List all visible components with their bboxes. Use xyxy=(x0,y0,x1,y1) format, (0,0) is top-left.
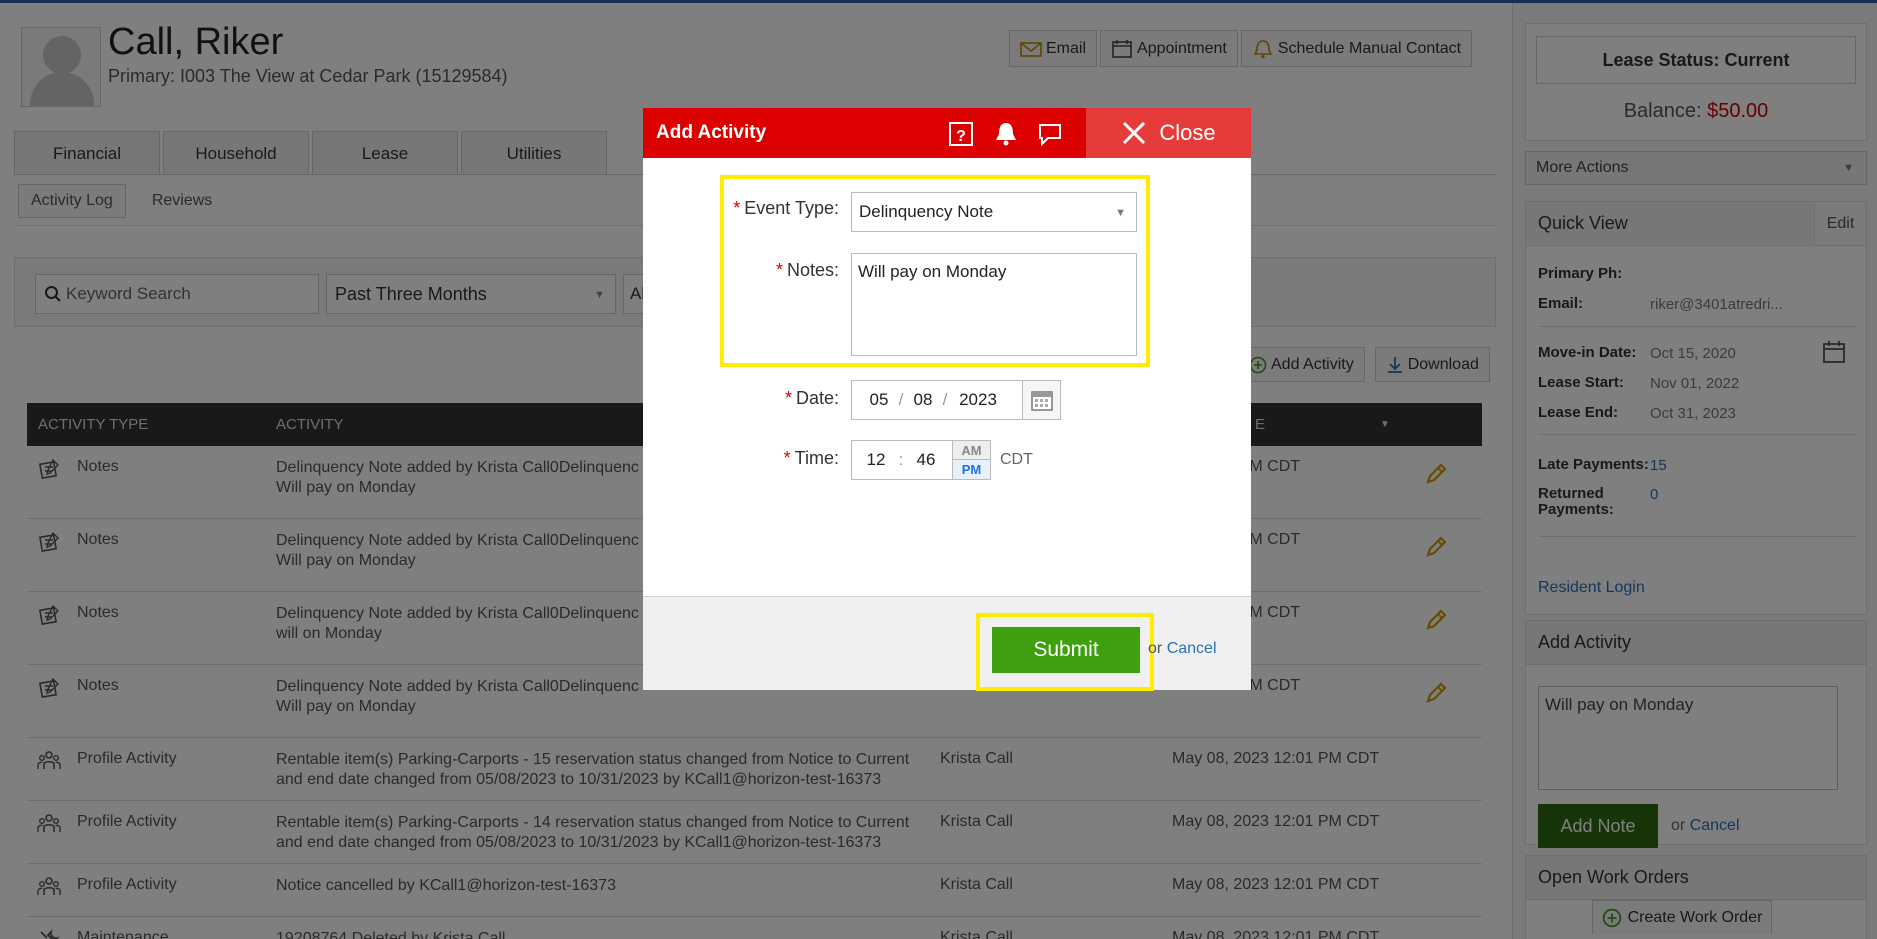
help-icon[interactable]: ? xyxy=(947,120,975,148)
date-picker-button[interactable] xyxy=(1022,381,1060,419)
event-type-label: * Event Type: xyxy=(733,198,839,218)
pm-option[interactable]: PM xyxy=(953,460,990,479)
or-text: or xyxy=(1148,640,1163,657)
add-activity-modal: Add Activity ? Close * Event Type: Delinq… xyxy=(643,108,1251,691)
modal-header: Add Activity ? Close xyxy=(643,108,1251,158)
modal-footer: Submit or Cancel xyxy=(643,596,1251,691)
time-separator: : xyxy=(898,450,904,469)
notes-label: * Notes: xyxy=(775,260,839,280)
time-label: * Time: xyxy=(783,448,839,468)
date-month[interactable]: 05 xyxy=(862,390,896,410)
time-input[interactable]: 12 : 46 AM PM xyxy=(851,440,991,480)
date-separator: / xyxy=(898,390,904,409)
date-label: * Date: xyxy=(784,388,839,408)
submit-button[interactable]: Submit xyxy=(992,627,1140,673)
calendar-icon xyxy=(1030,391,1053,411)
close-label: Close xyxy=(1159,120,1216,145)
time-minute[interactable]: 46 xyxy=(906,450,946,470)
chat-icon[interactable] xyxy=(1036,120,1064,148)
event-type-value: Delinquency Note xyxy=(859,202,994,221)
timezone-label: CDT xyxy=(1000,451,1033,468)
date-year[interactable]: 2023 xyxy=(950,390,1006,410)
date-day[interactable]: 08 xyxy=(906,390,940,410)
am-option[interactable]: AM xyxy=(953,441,990,460)
svg-text:?: ? xyxy=(956,128,966,145)
bell-icon[interactable] xyxy=(992,120,1020,148)
modal-title: Add Activity xyxy=(656,122,767,143)
or-cancel: or Cancel xyxy=(1148,640,1217,658)
chevron-down-icon: ▼ xyxy=(1115,207,1126,219)
notes-textarea[interactable]: Will pay on Monday xyxy=(851,253,1137,356)
time-hour[interactable]: 12 xyxy=(856,450,896,470)
event-type-select[interactable]: Delinquency Note ▼ xyxy=(851,192,1137,232)
date-separator: / xyxy=(942,390,948,409)
cancel-link[interactable]: Cancel xyxy=(1167,640,1217,657)
close-icon xyxy=(1123,121,1146,145)
am-pm-toggle: AM PM xyxy=(952,441,990,479)
close-button[interactable]: Close xyxy=(1086,108,1251,158)
date-input[interactable]: 05 / 08 / 2023 xyxy=(851,380,1061,420)
